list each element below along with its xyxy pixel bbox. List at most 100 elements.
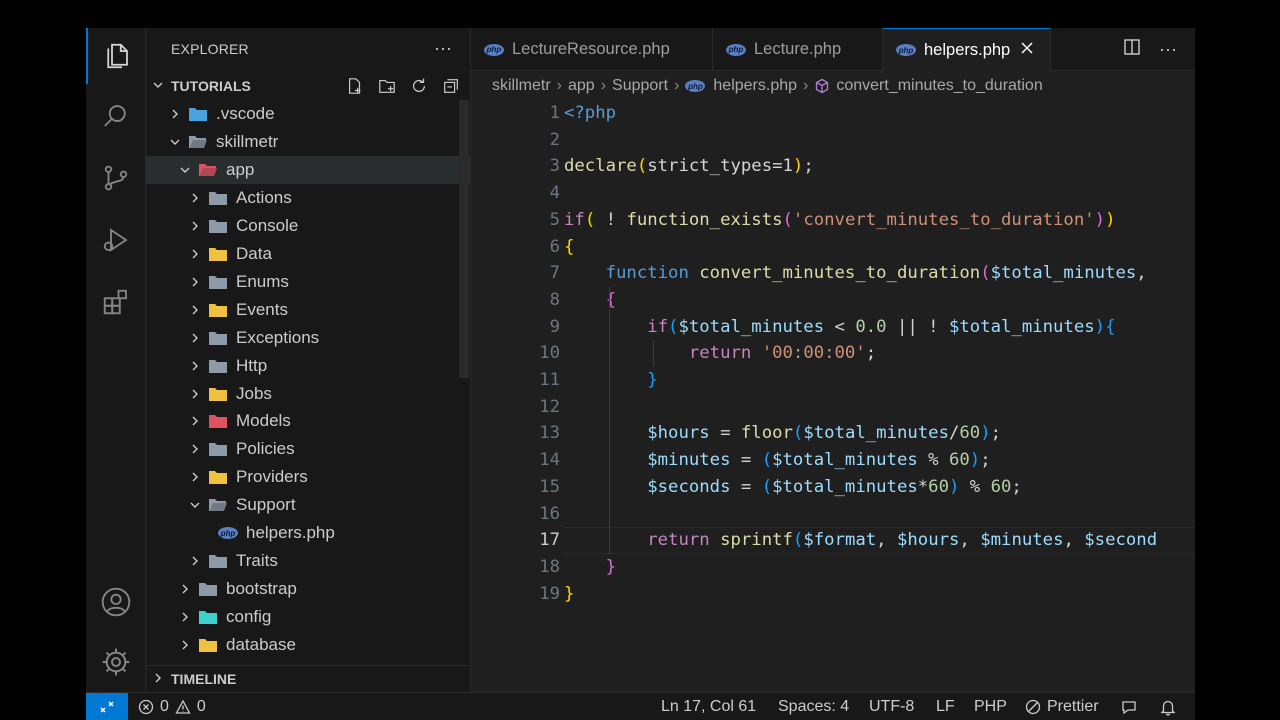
prettier-status[interactable]: Prettier: [1025, 693, 1099, 720]
tree-folder[interactable]: Policies: [146, 435, 471, 463]
code-line: if( ! function_exists('convert_minutes_t…: [564, 207, 1115, 234]
code-token: (: [761, 450, 773, 471]
new-folder-icon[interactable]: [377, 76, 397, 96]
code-token: ): [1094, 209, 1106, 230]
collapse-all-icon[interactable]: [441, 76, 461, 96]
refresh-icon[interactable]: [409, 76, 429, 96]
line-number: 3: [549, 156, 560, 177]
tree-item-label: app: [226, 159, 255, 179]
accounts-activity-button[interactable]: [86, 574, 146, 630]
breadcrumb-item[interactable]: helpers.php: [713, 77, 797, 95]
line-ending[interactable]: LF: [936, 693, 955, 720]
tree-folder[interactable]: Jobs: [146, 380, 471, 408]
code-token: 60: [928, 476, 949, 497]
chevron-right-icon: [188, 304, 202, 316]
code-token: (: [584, 209, 596, 230]
tab-lectureresource[interactable]: php LectureResource.php: [471, 28, 713, 71]
chevron-right-icon: [188, 415, 202, 427]
code-token: declare: [564, 156, 637, 177]
indent-guide: [609, 286, 610, 554]
language-mode[interactable]: PHP: [974, 693, 1007, 720]
tree-folder[interactable]: app: [146, 155, 471, 184]
tab-helpers[interactable]: php helpers.php: [883, 28, 1051, 71]
code-token: $total_minutes: [772, 476, 918, 497]
chevron-right-icon: [178, 639, 192, 651]
tab-lecture[interactable]: php Lecture.php: [713, 28, 883, 71]
tree-folder[interactable]: Traits: [146, 547, 471, 575]
tree-item-label: Providers: [236, 467, 308, 487]
code-token: || !: [886, 316, 949, 337]
explorer-activity-button[interactable]: [86, 28, 146, 84]
line-number: 10: [539, 343, 560, 364]
editor-more-actions-button[interactable]: ···: [1159, 39, 1177, 60]
chevron-right-icon: [188, 388, 202, 400]
tree-folder[interactable]: database: [146, 631, 471, 659]
new-file-icon[interactable]: [345, 76, 365, 96]
tree-folder[interactable]: Models: [146, 407, 471, 435]
tree-folder[interactable]: bootstrap: [146, 575, 471, 603]
tree-item-label: Events: [236, 299, 288, 319]
line-number: 16: [539, 503, 560, 524]
code-token: {: [564, 236, 575, 257]
tree-folder[interactable]: Http: [146, 352, 471, 380]
remote-indicator[interactable]: [86, 693, 128, 720]
chevron-down-icon: [188, 499, 202, 511]
models-folder-icon: [208, 412, 228, 430]
code-token: (: [792, 423, 804, 444]
code-token: ): [1094, 316, 1106, 337]
code-token: $seconds: [647, 476, 731, 497]
tree-folder[interactable]: config: [146, 603, 471, 631]
problems-indicator[interactable]: 0 0: [138, 693, 206, 720]
breadcrumb-item[interactable]: convert_minutes_to_duration: [836, 77, 1042, 95]
code-editor[interactable]: 1 <?php 2 3 declare(strict_types=1); 4 5 if( ! …: [471, 100, 1195, 690]
code-line: if($total_minutes < 0.0 || ! $total_minu…: [564, 314, 1115, 341]
tree-folder[interactable]: Console: [146, 212, 471, 240]
workspace-section-header[interactable]: TUTORIALS: [146, 72, 471, 100]
chevron-right-icon: ›: [600, 77, 607, 94]
tree-folder[interactable]: Events: [146, 296, 471, 324]
split-editor-button[interactable]: [1123, 38, 1141, 61]
tree-item-label: Console: [236, 215, 299, 235]
tree-folder[interactable]: Support: [146, 491, 471, 519]
error-count: 0: [160, 698, 169, 715]
file-tree: .vscode skillmetr app Actions Console Data Enu…: [146, 100, 471, 665]
tree-folder[interactable]: Data: [146, 240, 471, 268]
extensions-activity-button[interactable]: [86, 274, 146, 330]
tree-folder[interactable]: Providers: [146, 463, 471, 491]
breadcrumb-item[interactable]: app: [568, 77, 595, 95]
run-debug-activity-button[interactable]: [86, 212, 146, 268]
indentation[interactable]: Spaces: 4: [778, 693, 849, 720]
code-token: <: [824, 316, 856, 337]
tree-folder[interactable]: skillmetr: [146, 128, 471, 156]
manage-activity-button[interactable]: [86, 634, 146, 690]
tree-folder[interactable]: Actions: [146, 184, 471, 212]
warning-icon: [175, 699, 191, 714]
code-line: }: [564, 554, 616, 581]
breadcrumb-item[interactable]: Support: [612, 77, 668, 95]
chevron-right-icon: [178, 611, 192, 623]
breadcrumb-item[interactable]: skillmetr: [492, 77, 551, 95]
source-control-activity-button[interactable]: [86, 150, 146, 206]
code-token: return: [688, 343, 752, 364]
code-token: $total_minutes: [990, 263, 1137, 284]
copilot-button[interactable]: [1120, 693, 1138, 720]
search-activity-button[interactable]: [86, 88, 146, 144]
tree-folder[interactable]: Enums: [146, 268, 471, 296]
more-actions-button[interactable]: ···: [434, 38, 452, 59]
tree-item-label: bootstrap: [226, 579, 297, 599]
encoding[interactable]: UTF-8: [869, 693, 914, 720]
tab-label: Lecture.php: [754, 40, 842, 58]
sidebar-scrollbar[interactable]: [459, 100, 469, 378]
cursor-position[interactable]: Ln 17, Col 61: [661, 693, 756, 720]
chevron-right-icon: [188, 332, 202, 344]
tree-folder[interactable]: .vscode: [146, 100, 471, 128]
tree-folder[interactable]: Exceptions: [146, 324, 471, 352]
tree-file[interactable]: php helpers.php: [146, 519, 471, 547]
tree-item-label: Exceptions: [236, 327, 320, 347]
timeline-section-header[interactable]: TIMELINE: [146, 665, 471, 692]
source-control-icon: [104, 165, 128, 191]
notifications-button[interactable]: [1159, 693, 1177, 720]
code-token: ;: [980, 450, 991, 471]
close-tab-button[interactable]: [1020, 41, 1034, 60]
code-token: 60: [948, 450, 970, 471]
